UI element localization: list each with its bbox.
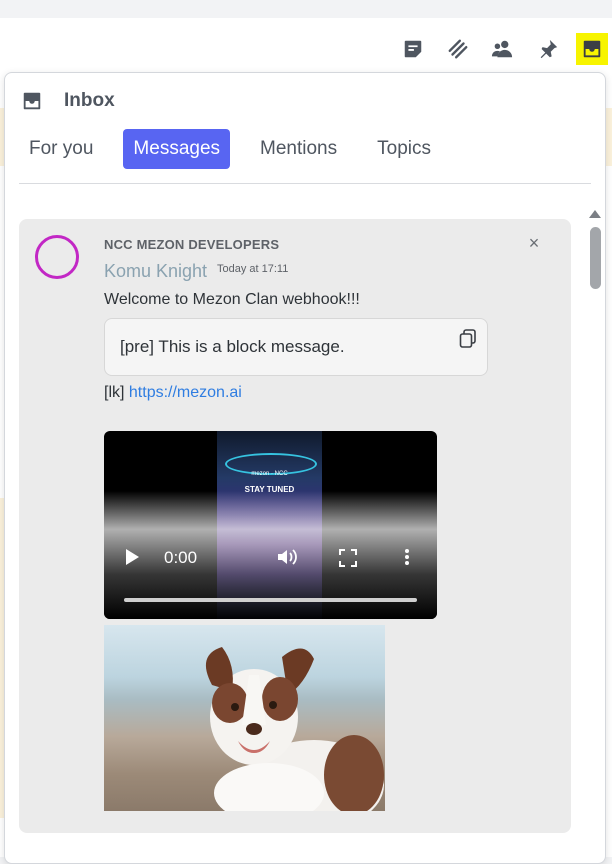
tab-messages[interactable]: Messages (123, 129, 231, 169)
pre-block-text: [pre] This is a block message. (120, 337, 345, 356)
copy-icon[interactable] (459, 329, 477, 349)
members-icon[interactable] (489, 36, 515, 62)
dog-illustration (205, 647, 384, 811)
channels-icon[interactable] (445, 36, 471, 62)
inbox-title: Inbox (64, 90, 115, 111)
pre-block: [pre] This is a block message. (104, 318, 488, 376)
inbox-icon (583, 40, 601, 58)
dog-photo[interactable] (104, 625, 385, 811)
volume-icon[interactable] (276, 547, 298, 567)
inbox-button[interactable] (576, 33, 608, 65)
threads-icon[interactable] (400, 36, 426, 62)
close-icon[interactable]: × (524, 233, 544, 253)
tab-mentions[interactable]: Mentions (250, 129, 347, 169)
tab-for-you[interactable]: For you (19, 129, 103, 169)
scroll-up-arrow[interactable] (589, 210, 601, 218)
tabs-divider (19, 183, 591, 184)
link-line: [lk] https://mezon.ai (104, 384, 242, 402)
message-card[interactable]: NCC MEZON DEVELOPERS × Komu Knight Today… (19, 219, 571, 833)
inbox-panel: Inbox For you Messages Mentions Topics N… (4, 72, 606, 864)
video-player[interactable]: mezon · NCC STAY TUNED 0:00 (104, 431, 437, 619)
top-strip (0, 0, 612, 18)
video-progress-bar[interactable] (124, 598, 417, 602)
scrollbar-thumb[interactable] (590, 227, 601, 289)
inbox-icon (23, 92, 41, 110)
inbox-header: Inbox (21, 87, 115, 115)
message-text: Welcome to Mezon Clan webhook!!! (104, 291, 360, 308)
link-prefix: [lk] (104, 384, 125, 401)
play-icon[interactable] (126, 549, 139, 565)
author-name[interactable]: Komu Knight (104, 261, 207, 282)
channel-header (0, 18, 612, 80)
more-options-icon[interactable] (404, 547, 410, 569)
clan-name: NCC MEZON DEVELOPERS (104, 237, 280, 252)
tab-topics[interactable]: Topics (367, 129, 441, 169)
avatar[interactable] (35, 235, 79, 279)
pin-icon[interactable] (535, 36, 561, 62)
fullscreen-icon[interactable] (339, 549, 357, 567)
message-link[interactable]: https://mezon.ai (129, 384, 242, 401)
video-time: 0:00 (164, 548, 198, 567)
inbox-tabs: For you Messages Mentions Topics (19, 129, 461, 169)
poster-brand: mezon · NCC (251, 471, 288, 477)
message-timestamp: Today at 17:11 (217, 263, 289, 275)
